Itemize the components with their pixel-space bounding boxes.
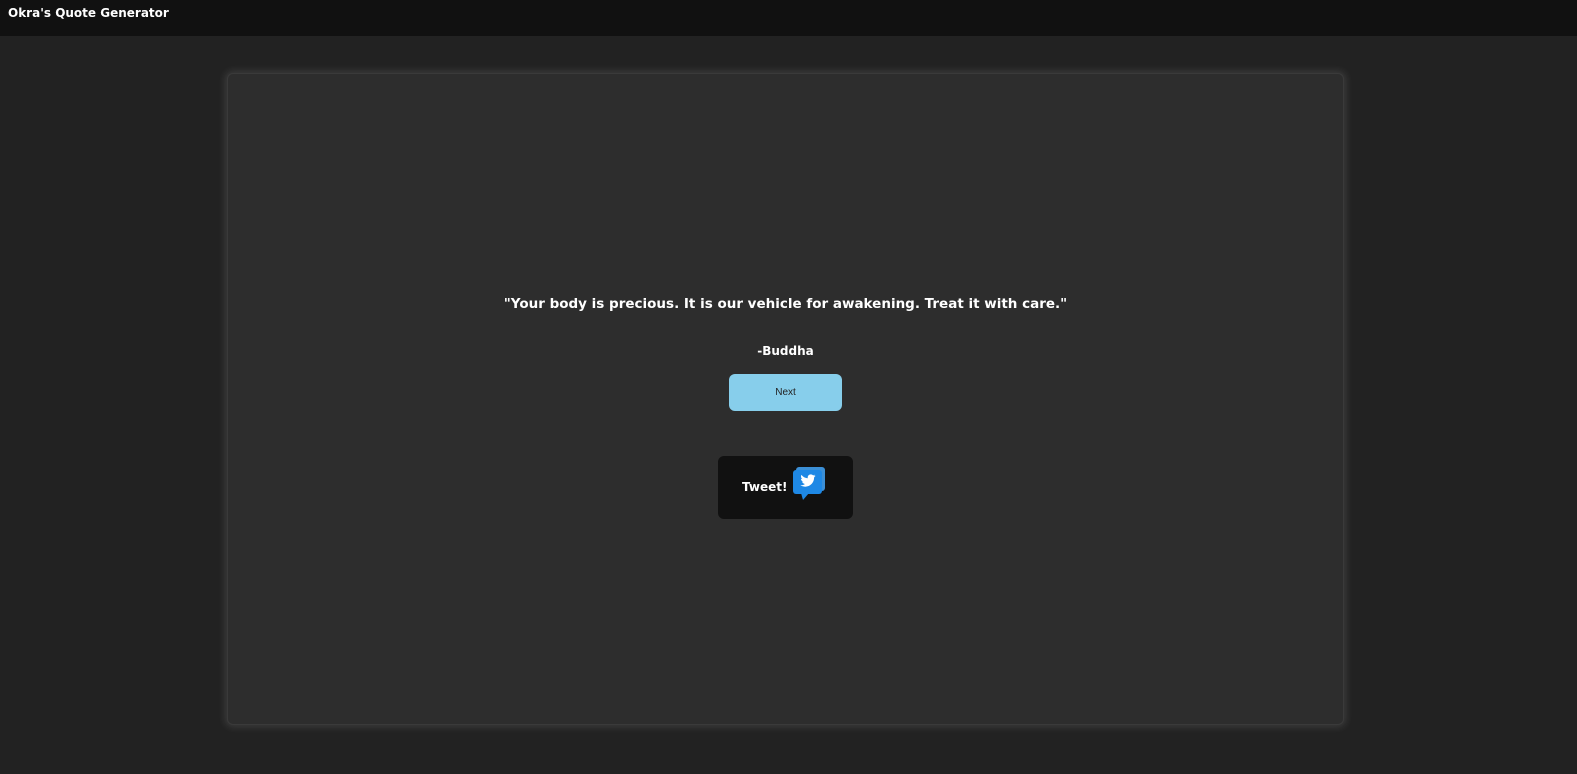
tweet-button-label: Tweet! (742, 480, 788, 494)
quote-text: "Your body is precious. It is our vehicl… (503, 296, 1068, 312)
next-quote-button[interactable]: Next (729, 374, 842, 411)
app-title: Okra's Quote Generator (8, 6, 169, 20)
top-header-bar: Okra's Quote Generator (0, 0, 1577, 36)
quote-author: -Buddha (757, 344, 814, 358)
quote-card: "Your body is precious. It is our vehicl… (227, 73, 1344, 725)
tweet-button[interactable]: Tweet! (718, 456, 853, 519)
twitter-bird-icon (792, 466, 826, 500)
